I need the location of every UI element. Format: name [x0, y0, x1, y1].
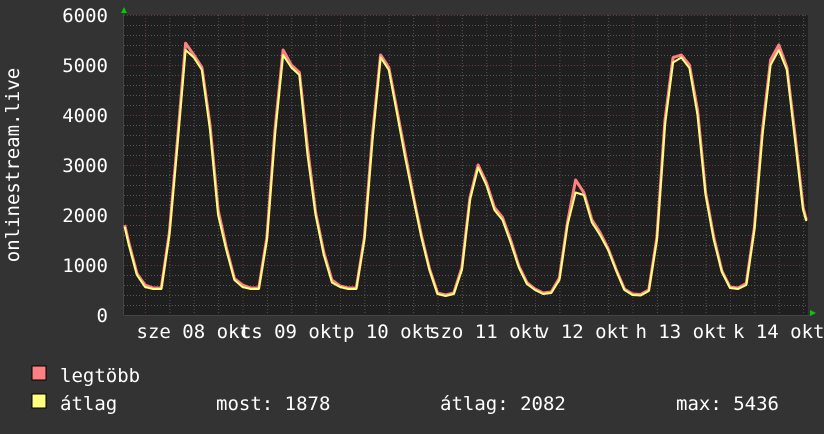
y-axis-ticks: 0 1000 2000 3000 4000 5000 6000	[62, 5, 108, 327]
x-tick-label: sze 08 okt	[137, 321, 251, 343]
x-tick-label: p 10 okt	[343, 321, 435, 343]
y-tick-label: 1000	[62, 255, 108, 277]
legend-label-avg: átlag	[60, 393, 117, 415]
y-tick-label: 3000	[62, 155, 108, 177]
x-tick-label: k 14 okt	[733, 321, 824, 343]
x-tick-label: h 13 okt	[635, 321, 727, 343]
x-axis-arrow-icon	[810, 310, 816, 316]
y-axis-arrow-icon	[121, 7, 127, 13]
x-tick-label: cs 09 okt	[240, 321, 343, 343]
x-axis-ticks: sze 08 oktcs 09 okt p 10 oktszo 11 oktv 1…	[137, 321, 824, 343]
y-tick-label: 2000	[62, 205, 108, 227]
y-axis-title: onlinestream.live	[2, 68, 24, 262]
y-tick-label: 4000	[62, 105, 108, 127]
legend-swatch-avg	[31, 393, 47, 409]
x-tick-label: v 12 okt	[538, 321, 630, 343]
y-tick-label: 0	[97, 305, 108, 327]
stat-now: most: 1878	[216, 393, 330, 415]
chart: 0 1000 2000 3000 4000 5000 6000 sze 08 oktcs 0…	[2, 5, 824, 415]
x-tick-label: szo 11 okt	[429, 321, 543, 343]
y-tick-label: 5000	[62, 55, 108, 77]
stat-max: max: 5436	[676, 393, 779, 415]
legend-label-max: legtöbb	[60, 365, 140, 387]
legend-swatch-max	[31, 365, 47, 381]
stat-average: átlag: 2082	[440, 393, 566, 415]
y-tick-label: 6000	[62, 5, 108, 27]
